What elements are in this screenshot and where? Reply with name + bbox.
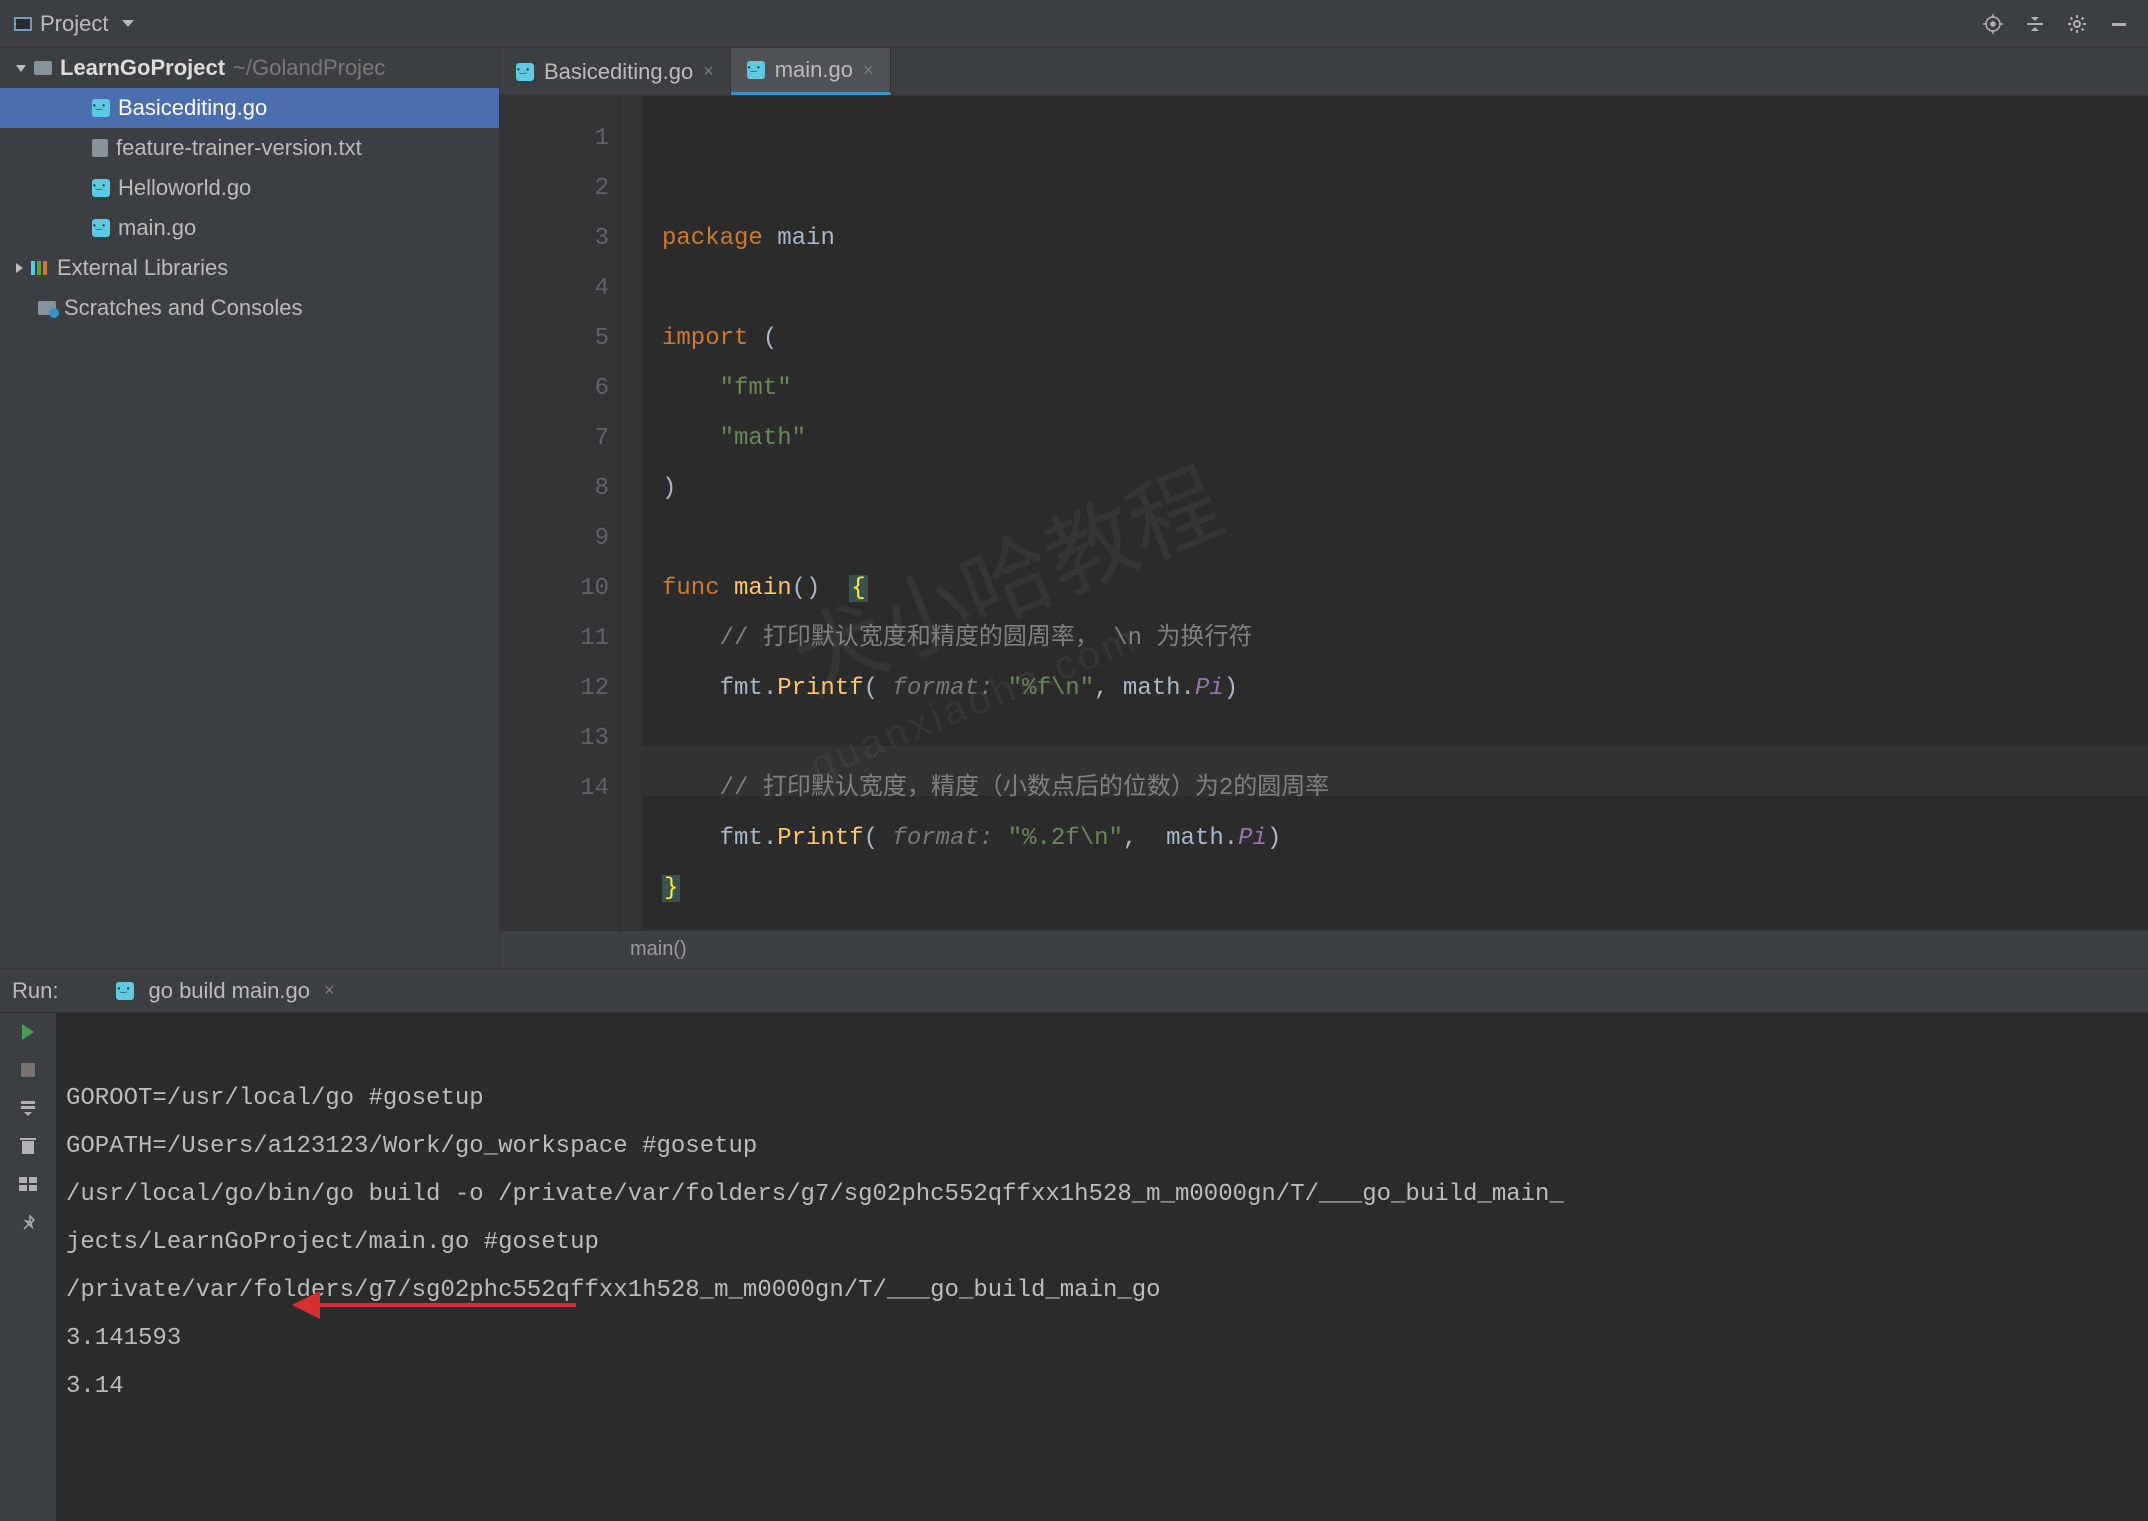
external-label: External Libraries <box>57 255 228 281</box>
fold-column[interactable] <box>624 96 642 930</box>
go-file-icon <box>92 219 110 237</box>
project-tree[interactable]: LearnGoProject ~/GolandProjec Basicediti… <box>0 48 500 968</box>
breadcrumb-item: main() <box>630 938 687 961</box>
tab-basicediting[interactable]: Basicediting.go × <box>500 48 731 95</box>
go-file-icon <box>116 982 134 1000</box>
line-gutter: 1 2 3 4 5 6 7 8 9 10 11 12 13 14 <box>500 96 624 930</box>
run-header: Run: go build main.go × <box>0 969 2148 1013</box>
editor-tabs: Basicediting.go × main.go × <box>500 48 2148 96</box>
run-output[interactable]: GOROOT=/usr/local/go #gosetup GOPATH=/Us… <box>56 1013 2148 1521</box>
output-line: /private/var/folders/g7/sg02phc552qffxx1… <box>66 1277 1161 1304</box>
editor-body[interactable]: 1 2 3 4 5 6 7 8 9 10 11 12 13 14 package… <box>500 96 2148 930</box>
project-window-icon <box>14 17 32 31</box>
run-label: Run: <box>12 978 58 1004</box>
project-dropdown[interactable]: Project <box>0 11 148 37</box>
go-file-icon <box>92 99 110 117</box>
output-line: 3.141593 <box>66 1325 181 1352</box>
close-icon[interactable]: × <box>863 60 874 81</box>
editor-area: Basicediting.go × main.go × 1 2 3 4 5 6 … <box>500 48 2148 968</box>
top-bar: Project <box>0 0 2148 48</box>
chevron-right-icon <box>16 263 23 273</box>
tab-label: Basicediting.go <box>544 59 693 85</box>
close-icon[interactable]: × <box>324 980 335 1001</box>
run-body: GOROOT=/usr/local/go #gosetup GOPATH=/Us… <box>0 1013 2148 1521</box>
chevron-down-icon <box>122 20 134 27</box>
run-config-name[interactable]: go build main.go <box>148 978 309 1004</box>
chevron-down-icon <box>16 65 26 72</box>
gear-icon[interactable] <box>2060 7 2094 41</box>
file-label: main.go <box>118 215 196 241</box>
scratches-label: Scratches and Consoles <box>64 295 302 321</box>
text-file-icon <box>92 139 108 157</box>
main-split: LearnGoProject ~/GolandProjec Basicediti… <box>0 48 2148 968</box>
tree-file[interactable]: Basicediting.go <box>0 88 499 128</box>
run-panel: Run: go build main.go × GOROOT=/usr/loca… <box>0 968 2148 1521</box>
tree-root[interactable]: LearnGoProject ~/GolandProjec <box>0 48 499 88</box>
go-file-icon <box>516 63 534 81</box>
output-line: GOPATH=/Users/a123123/Work/go_workspace … <box>66 1133 757 1160</box>
annotation-arrow <box>296 1303 576 1307</box>
folder-icon <box>34 61 52 75</box>
code-content[interactable]: package main import ( "fmt" "math" ) fun… <box>642 96 2148 930</box>
layout-icon[interactable] <box>19 1175 37 1193</box>
file-label: Helloworld.go <box>118 175 251 201</box>
minimize-icon[interactable] <box>2102 7 2136 41</box>
project-label: Project <box>40 11 108 37</box>
output-line: /usr/local/go/bin/go build -o /private/v… <box>66 1181 1564 1208</box>
root-name: LearnGoProject <box>60 55 225 81</box>
go-file-icon <box>92 179 110 197</box>
libraries-icon <box>31 261 49 275</box>
tree-external-libs[interactable]: External Libraries <box>0 248 499 288</box>
file-label: feature-trainer-version.txt <box>116 135 362 161</box>
locate-icon[interactable] <box>1976 7 2010 41</box>
pin-icon[interactable] <box>19 1213 37 1231</box>
tree-scratches[interactable]: Scratches and Consoles <box>0 288 499 328</box>
root-path: ~/GolandProjec <box>233 55 385 81</box>
tree-file[interactable]: main.go <box>0 208 499 248</box>
collapse-all-icon[interactable] <box>2018 7 2052 41</box>
breadcrumb[interactable]: main() <box>500 930 2148 968</box>
tree-file[interactable]: Helloworld.go <box>0 168 499 208</box>
tab-label: main.go <box>775 57 853 83</box>
rerun-icon[interactable] <box>19 1023 37 1041</box>
output-line: jects/LearnGoProject/main.go #gosetup <box>66 1229 599 1256</box>
stop-icon[interactable] <box>19 1061 37 1079</box>
sidebar-toolbar <box>1964 7 2148 41</box>
run-toolbar <box>0 1013 56 1521</box>
output-line: GOROOT=/usr/local/go #gosetup <box>66 1085 484 1112</box>
down-stack-icon[interactable] <box>19 1099 37 1117</box>
go-file-icon <box>747 61 765 79</box>
tab-main[interactable]: main.go × <box>731 48 891 95</box>
tree-file[interactable]: feature-trainer-version.txt <box>0 128 499 168</box>
scratches-icon <box>38 301 56 315</box>
output-line: 3.14 <box>66 1373 124 1400</box>
file-label: Basicediting.go <box>118 95 267 121</box>
close-icon[interactable]: × <box>703 61 714 82</box>
trash-icon[interactable] <box>19 1137 37 1155</box>
